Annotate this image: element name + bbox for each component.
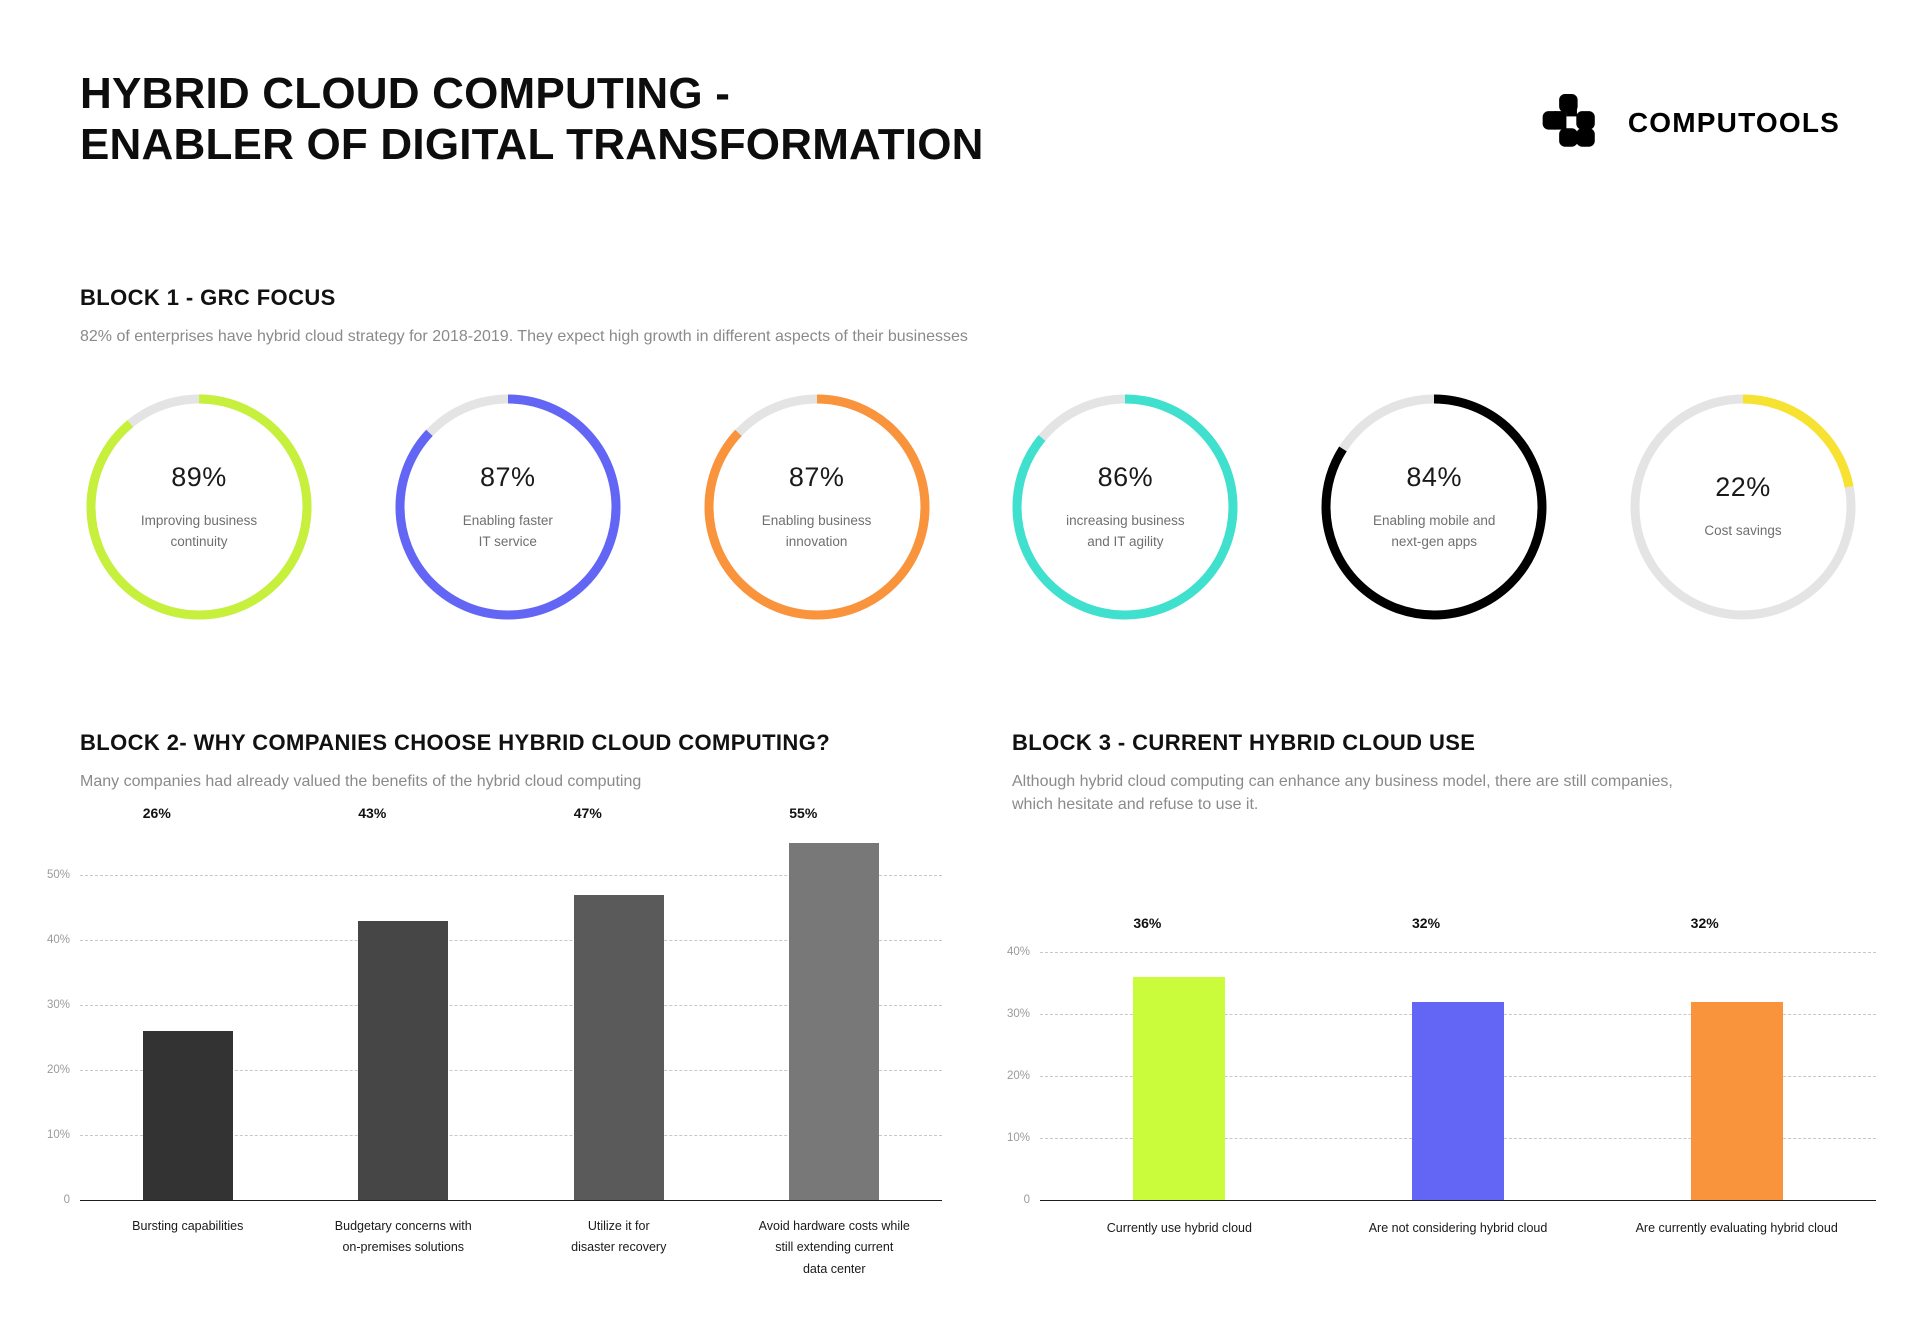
y-axis-tick-label: 20% — [46, 1064, 70, 1077]
donut-chart-row: 89% Improving business continuity 87% Enabl… — [80, 388, 1862, 626]
bar-rect[interactable]: 26% — [142, 805, 233, 1200]
block-1-subtitle: 82% of enterprises have hybrid cloud str… — [80, 328, 968, 345]
bar-group: 36% 32% 32% — [1040, 915, 1876, 1200]
bar-value-label: 55% — [789, 805, 818, 821]
x-axis-category-label: Are currently evaluating hybrid cloud — [1635, 1221, 1838, 1235]
bar-item[interactable]: 47% — [511, 805, 727, 1200]
y-axis-tick-label: 10% — [1006, 1132, 1030, 1145]
x-axis-category-label: Avoid hardware costs while still extendi… — [758, 1219, 910, 1276]
block-2-subtitle: Many companies had already valued the be… — [80, 773, 642, 790]
block-1-title: BLOCK 1 - GRC FOCUS — [80, 285, 336, 310]
bar-item[interactable]: 26% — [80, 805, 296, 1200]
x-axis-category-label: Budgetary concerns with on-premises solu… — [334, 1219, 472, 1255]
bar-rect[interactable]: 36% — [1133, 915, 1226, 1200]
bar-value-label: 36% — [1133, 915, 1162, 931]
bar-group: 26% 43% 47% 55% — [80, 805, 943, 1200]
x-axis-category-label: Utilize it for disaster recovery — [571, 1219, 667, 1255]
x-axis-category-label: Currently use hybrid cloud — [1106, 1221, 1252, 1235]
donut-value: 22% — [1715, 472, 1771, 503]
bar-item[interactable]: 32% — [1319, 915, 1598, 1200]
x-axis-category-label: Bursting capabilities — [132, 1219, 244, 1233]
donut-label: Enabling faster IT service — [462, 512, 553, 549]
donut-gauge: 89% Improving business continuity — [80, 388, 318, 626]
bar-item[interactable]: 36% — [1040, 915, 1319, 1200]
computools-logo-icon — [1540, 90, 1606, 156]
bar-value-label: 47% — [573, 805, 602, 821]
x-axis-labels: Currently use hybrid cloud Are not consid… — [1040, 1218, 1876, 1239]
brand-name: COMPUTOOLS — [1627, 107, 1840, 138]
page-header: HYBRID CLOUD COMPUTING - ENABLER OF DIGI… — [80, 68, 1840, 188]
y-axis-tick-label: 0 — [1023, 1194, 1030, 1206]
donut-value: 87% — [788, 461, 845, 492]
donut-label: Enabling business innovation — [761, 512, 872, 549]
block-3-bar-chart: 0 10% 20% 30% 40% 36% 32% 32% Currently use hyb… — [1007, 915, 1876, 1235]
y-axis-tick-label: 0 — [63, 1194, 70, 1206]
y-axis-tick-label: 30% — [46, 999, 70, 1012]
x-axis-line — [1040, 1200, 1876, 1201]
y-axis-tick-label: 10% — [46, 1129, 70, 1142]
donut-value: 86% — [1097, 461, 1154, 492]
brand-lockup: COMPUTOOLS — [1540, 90, 1840, 156]
block-1-section: BLOCK 1 - GRC FOCUS 82% of enterprises h… — [80, 285, 1840, 348]
bar-item[interactable]: 55% — [727, 805, 943, 1200]
donut-value: 87% — [480, 461, 536, 492]
block-2-section: BLOCK 2- WHY COMPANIES CHOOSE HYBRID CLO… — [80, 730, 960, 793]
bar-value-label: 43% — [358, 805, 387, 821]
block-2-title: BLOCK 2- WHY COMPANIES CHOOSE HYBRID CLO… — [80, 730, 831, 755]
bar-item[interactable]: 32% — [1597, 915, 1876, 1200]
y-axis-tick-label: 30% — [1006, 1008, 1030, 1021]
bar-rect[interactable]: 32% — [1690, 915, 1783, 1200]
bar-value-label: 32% — [1412, 915, 1441, 931]
donut-gauge: 84% Enabling mobile and next-gen apps — [1315, 388, 1553, 626]
bar-rect[interactable]: 55% — [789, 805, 880, 1200]
x-axis-category-label: Are not considering hybrid cloud — [1368, 1221, 1548, 1235]
bar-rect[interactable]: 43% — [358, 805, 449, 1200]
bar-rect[interactable]: 47% — [573, 805, 664, 1200]
donut-label: Improving business continuity — [140, 512, 258, 549]
block-2-bar-chart: 0 10% 20% 30% 40% 50% 26% 43% 47% 55% Bursting ca… — [47, 805, 943, 1276]
bar-rect[interactable]: 32% — [1412, 915, 1504, 1200]
block-3-section: BLOCK 3 - CURRENT HYBRID CLOUD USE Altho… — [1012, 730, 1872, 816]
donut-gauge: 87% Enabling business innovation — [698, 388, 936, 626]
y-axis-tick-label: 40% — [46, 934, 70, 947]
donut-gauge: 87% Enabling faster IT service — [389, 388, 627, 626]
y-axis-tick-label: 20% — [1006, 1070, 1030, 1083]
y-axis-tick-label: 50% — [46, 869, 70, 882]
donut-label: increasing business and IT agility — [1066, 512, 1185, 549]
donut-label: Enabling mobile and next-gen apps — [1373, 512, 1496, 549]
bar-value-label: 32% — [1690, 915, 1719, 931]
bar-item[interactable]: 43% — [296, 805, 512, 1200]
donut-value: 89% — [171, 461, 227, 492]
block-3-subtitle: Although hybrid cloud computing can enha… — [1012, 773, 1673, 814]
y-axis-tick-label: 40% — [1006, 946, 1030, 959]
x-axis-line — [80, 1200, 942, 1201]
donut-gauge: 86% increasing business and IT agility — [1006, 388, 1244, 626]
donut-gauge: 22% Cost savings — [1624, 388, 1862, 626]
block-3-title: BLOCK 3 - CURRENT HYBRID CLOUD USE — [1012, 730, 1476, 755]
bar-value-label: 26% — [142, 805, 171, 821]
donut-value: 84% — [1406, 461, 1462, 492]
x-axis-labels: Bursting capabilities Budgetary concerns … — [80, 1216, 942, 1280]
donut-label: Cost savings — [1704, 523, 1782, 539]
